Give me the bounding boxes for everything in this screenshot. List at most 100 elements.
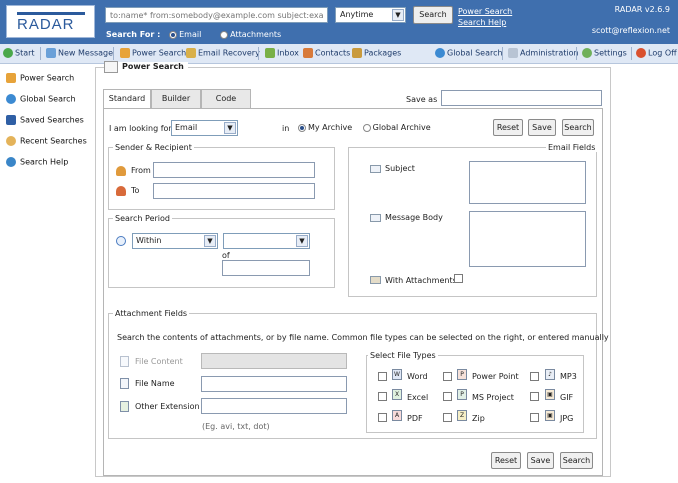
toolbar-packages-label: Packages [364, 48, 402, 58]
toolbar-power-search[interactable]: Power Search [120, 48, 186, 58]
word-label: Word [407, 372, 428, 381]
sidebar-item-recent-searches[interactable]: Recent Searches [6, 136, 87, 146]
bottom-search-button[interactable]: Search [560, 452, 593, 469]
period-mode-value: Within [136, 236, 162, 245]
sidebar-item-label: Recent Searches [20, 136, 87, 146]
excel-label: Excel [407, 393, 429, 402]
period-select[interactable]: Anytime ▼ [335, 7, 406, 23]
app-header: RADAR Anytime ▼ Search Power Search Sear… [0, 0, 678, 44]
to-input[interactable] [153, 183, 315, 199]
toolbar-log-off[interactable]: Log Off [636, 48, 677, 58]
tab-standard[interactable]: Standard [103, 89, 151, 109]
jpg-label: JPG [560, 414, 574, 423]
email-recovery-icon [186, 48, 196, 58]
search-help-link[interactable]: Search Help [458, 17, 512, 28]
mp3-file-icon: ♪ [545, 369, 555, 380]
file-name-label: File Name [135, 379, 175, 388]
period-value: Anytime [340, 10, 374, 19]
chevron-down-icon: ▼ [204, 235, 216, 247]
in-label: in [282, 124, 290, 133]
word-file-icon: W [392, 369, 402, 380]
toolbar-start[interactable]: Start [3, 48, 35, 58]
chevron-down-icon: ▼ [296, 235, 308, 247]
toolbar-power-search-label: Power Search [132, 48, 187, 58]
person-icon [116, 166, 126, 176]
pdf-checkbox[interactable] [378, 413, 387, 422]
toolbar-settings[interactable]: Settings [582, 48, 627, 58]
attachment-fields-legend: Attachment Fields [113, 309, 190, 318]
attachment-envelope-icon [370, 276, 381, 284]
toolbar-separator [40, 47, 41, 60]
sidebar-item-search-help[interactable]: Search Help [6, 157, 68, 167]
version-label: RADAR v2.6.9 [614, 5, 670, 14]
tab-builder[interactable]: Builder [151, 89, 201, 109]
from-input[interactable] [153, 162, 315, 178]
pdf-file-icon: A [392, 410, 402, 421]
excel-checkbox[interactable] [378, 392, 387, 401]
bottom-save-button[interactable]: Save [527, 452, 554, 469]
toolbar-inbox-label: Inbox [277, 48, 299, 58]
user-email: scott@reflexion.net [591, 26, 670, 35]
sidebar-item-saved-searches[interactable]: Saved Searches [6, 115, 84, 125]
tab-code[interactable]: Code [201, 89, 251, 109]
period-of-input[interactable] [222, 260, 310, 276]
toolbar-packages[interactable]: Packages [352, 48, 401, 58]
zip-label: Zip [472, 414, 485, 423]
sidebar: Power Search Global Search Saved Searche… [0, 64, 92, 483]
toolbar-administration[interactable]: Administration [508, 48, 579, 58]
panel-title-text: Power Search [122, 62, 184, 71]
toolbar-inbox[interactable]: Inbox [265, 48, 299, 58]
jpg-file-icon: ▣ [545, 410, 555, 421]
zip-checkbox[interactable] [443, 413, 452, 422]
word-checkbox[interactable] [378, 372, 387, 381]
packages-icon [352, 48, 362, 58]
global-archive-radio[interactable] [362, 123, 371, 132]
toolbar-contacts[interactable]: Contacts [303, 48, 350, 58]
administration-icon [508, 48, 518, 58]
search-button[interactable]: Search [562, 119, 594, 136]
document-icon [120, 378, 129, 389]
other-extension-label: Other Extension [135, 402, 200, 411]
jpg-checkbox[interactable] [530, 413, 539, 422]
toolbar-new-message-label: New Message [58, 48, 114, 58]
sidebar-item-power-search[interactable]: Power Search [6, 73, 74, 83]
powerpoint-file-icon: P [457, 369, 467, 380]
save-as-input[interactable] [441, 90, 602, 106]
search-for-email-radio[interactable] [169, 30, 178, 39]
period-mode-select[interactable]: Within ▼ [132, 233, 218, 249]
mp3-checkbox[interactable] [530, 372, 539, 381]
new-message-icon [46, 48, 56, 58]
sidebar-item-label: Search Help [20, 157, 69, 167]
looking-for-select[interactable]: Email ▼ [171, 120, 238, 136]
search-for-label: Search For : [106, 30, 161, 39]
add-document-icon [120, 401, 129, 412]
document-icon [120, 356, 129, 367]
with-attachments-checkbox[interactable] [454, 274, 463, 283]
toolbar-global-search[interactable]: Global Search [435, 48, 503, 58]
toolbar-email-recovery[interactable]: Email Recovery [186, 48, 260, 58]
my-archive-radio[interactable] [298, 123, 306, 132]
quick-search-button[interactable]: Search [413, 6, 453, 24]
file-name-input[interactable] [201, 376, 347, 392]
period-unit-select[interactable]: ▼ [223, 233, 310, 249]
zip-file-icon: Z [457, 410, 467, 421]
bottom-reset-button[interactable]: Reset [491, 452, 521, 469]
power-search-link[interactable]: Power Search [458, 6, 512, 17]
save-button[interactable]: Save [528, 119, 556, 136]
search-for-attachments-radio[interactable] [220, 30, 229, 39]
search-for-email-label: Email [179, 30, 202, 39]
message-body-textarea[interactable] [469, 211, 586, 267]
msproject-checkbox[interactable] [443, 392, 452, 401]
sidebar-item-global-search[interactable]: Global Search [6, 94, 76, 104]
reset-button[interactable]: Reset [493, 119, 523, 136]
powerpoint-checkbox[interactable] [443, 372, 452, 381]
other-extension-input[interactable] [201, 398, 347, 414]
toolbar-new-message[interactable]: New Message [46, 48, 113, 58]
quick-search-input[interactable] [105, 7, 328, 23]
main-toolbar: Start New Message Power Search Email Rec… [0, 44, 678, 64]
search-for-group: Search For : Email Attachments [106, 30, 291, 39]
file-content-input [201, 353, 347, 369]
subject-textarea[interactable] [469, 161, 586, 204]
gif-checkbox[interactable] [530, 392, 539, 401]
file-content-label: File Content [135, 357, 183, 366]
